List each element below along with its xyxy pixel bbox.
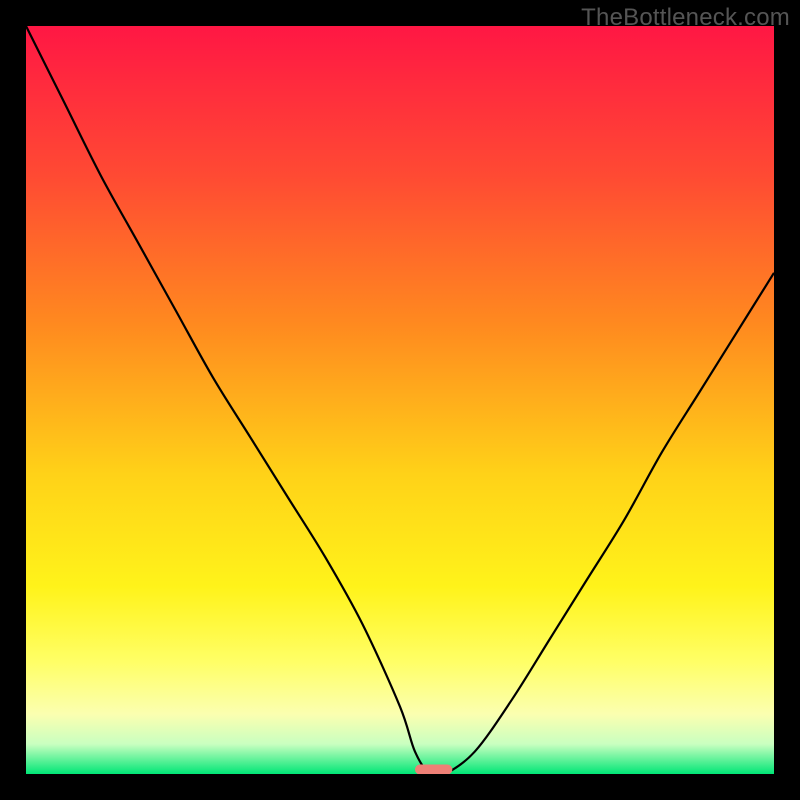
chart-container: TheBottleneck.com bbox=[0, 0, 800, 800]
optimal-marker bbox=[415, 765, 452, 774]
chart-svg bbox=[26, 26, 774, 774]
watermark-text: TheBottleneck.com bbox=[581, 4, 790, 32]
plot-area bbox=[26, 26, 774, 774]
gradient-background bbox=[26, 26, 774, 774]
